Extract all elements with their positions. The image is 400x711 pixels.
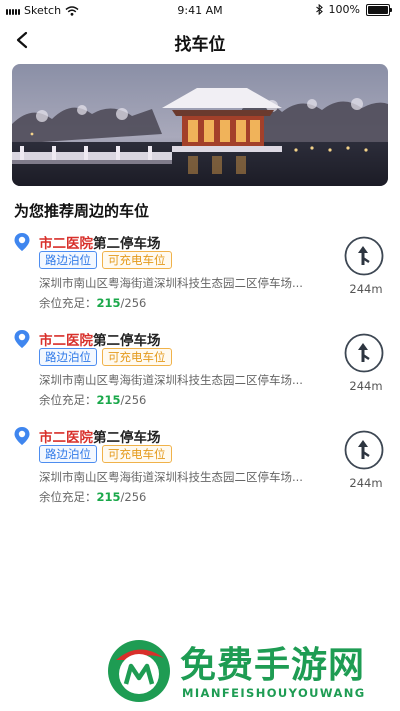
tag-roadside: 路边泊位 [39, 445, 97, 463]
battery-icon [366, 3, 392, 16]
location-pin-icon [14, 233, 30, 251]
tag-charging: 可充电车位 [102, 251, 172, 269]
lot-name-rest: 第二停车场 [93, 333, 161, 349]
avail-free: 215 [96, 490, 121, 504]
lot-name-rest: 第二停车场 [93, 236, 161, 252]
lot-name-highlight: 市二医院 [39, 430, 93, 446]
lot-availability: 余位充足：215/256 [39, 392, 146, 408]
watermark: 免费手游网 MIANFEISHOUYOUWANG [100, 634, 400, 709]
avail-free: 215 [96, 393, 121, 407]
lot-name: 市二医院第二停车场 [39, 329, 161, 349]
tag-roadside: 路边泊位 [39, 348, 97, 366]
lot-tags: 路边泊位 可充电车位 [39, 348, 172, 366]
lot-distance: 244m [349, 476, 383, 490]
navigation-turn-icon[interactable] [344, 430, 384, 470]
avail-total: /256 [120, 393, 147, 407]
parking-lot-item[interactable]: 市二医院第二停车场 路边泊位 可充电车位 深圳市南山区粤海街道深圳科技生态园二区… [0, 423, 400, 515]
lot-tags: 路边泊位 可充电车位 [39, 251, 172, 269]
lot-address: 深圳市南山区粤海街道深圳科技生态园二区停车场... [39, 470, 303, 484]
lot-name-highlight: 市二医院 [39, 333, 93, 349]
avail-label: 余位充足： [39, 296, 97, 310]
lot-distance: 244m [349, 282, 383, 296]
watermark-cn: 免费手游网 [180, 645, 366, 686]
navigation-turn-icon[interactable] [344, 333, 384, 373]
lot-name-highlight: 市二医院 [39, 236, 93, 252]
watermark-en: MIANFEISHOUYOUWANG [182, 686, 366, 700]
battery-label: 100% [328, 3, 360, 16]
section-title: 为您推荐周边的车位 [14, 202, 150, 220]
parking-lot-item[interactable]: 市二医院第二停车场 路边泊位 可充电车位 深圳市南山区粤海街道深圳科技生态园二区… [0, 326, 400, 418]
location-pin-icon [14, 330, 30, 348]
status-right: 100% [315, 3, 392, 16]
bluetooth-icon [315, 4, 323, 15]
lot-name-rest: 第二停车场 [93, 430, 161, 446]
lot-name: 市二医院第二停车场 [39, 232, 161, 252]
lot-distance: 244m [349, 379, 383, 393]
tag-charging: 可充电车位 [102, 348, 172, 366]
lot-tags: 路边泊位 可充电车位 [39, 445, 172, 463]
snowy-pavilion-image [12, 64, 388, 186]
tag-roadside: 路边泊位 [39, 251, 97, 269]
lot-availability: 余位充足：215/256 [39, 295, 146, 311]
avail-label: 余位充足： [39, 490, 97, 504]
avail-total: /256 [120, 490, 147, 504]
watermark-logo [108, 640, 170, 702]
status-bar: Sketch 9:41 AM 100% [0, 0, 400, 20]
avail-free: 215 [96, 296, 121, 310]
banner-image [12, 64, 388, 186]
lot-availability: 余位充足：215/256 [39, 489, 146, 505]
lot-address: 深圳市南山区粤海街道深圳科技生态园二区停车场... [39, 373, 303, 387]
lot-name: 市二医院第二停车场 [39, 426, 161, 446]
navigation-turn-icon[interactable] [344, 236, 384, 276]
nav-bar: 找车位 [0, 22, 400, 58]
page-title: 找车位 [174, 35, 226, 55]
avail-total: /256 [120, 296, 147, 310]
tag-charging: 可充电车位 [102, 445, 172, 463]
location-pin-icon [14, 427, 30, 445]
parking-lot-item[interactable]: 市二医院第二停车场 路边泊位 可充电车位 深圳市南山区粤海街道深圳科技生态园二区… [0, 229, 400, 321]
lot-address: 深圳市南山区粤海街道深圳科技生态园二区停车场... [39, 276, 303, 290]
avail-label: 余位充足： [39, 393, 97, 407]
